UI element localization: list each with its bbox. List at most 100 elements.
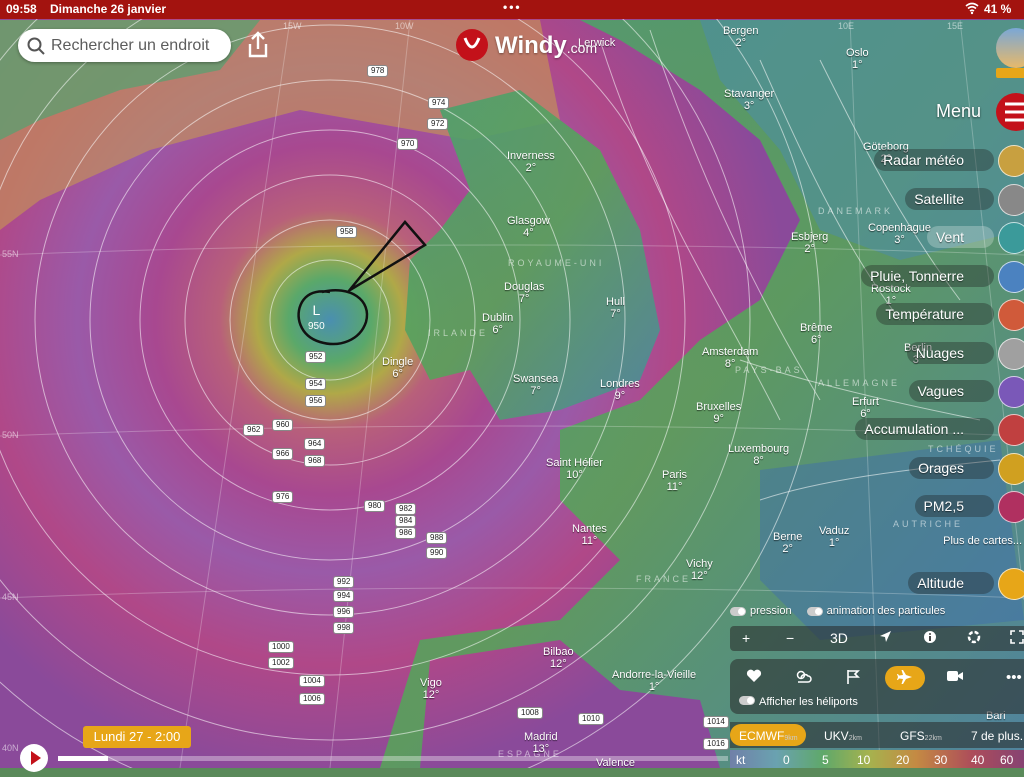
wind-icon [998,222,1024,254]
city-label[interactable]: Brême 6° [800,322,832,346]
multitask-dots-icon[interactable]: ••• [503,0,522,14]
isobar-label: 952 [305,351,327,363]
heliports-toggle[interactable]: Afficher les héliports [739,696,858,708]
menu-button[interactable] [996,93,1024,131]
logo-suffix: .com [566,40,598,56]
legend-value: 0 [783,753,790,767]
city-label[interactable]: Andorre-la-Vieille 1° [612,669,696,693]
city-label[interactable]: Vaduz 1° [819,525,849,549]
city-label[interactable]: Oslo 1° [846,47,869,71]
country-label: AUTRICHE [893,519,964,529]
city-label[interactable]: Bilbao 12° [543,646,574,670]
clouds-icon [998,338,1024,370]
legend-value: 40 [971,753,985,767]
battery-level: 41 % [984,2,1012,16]
city-label[interactable]: Saint Hélier 10° [546,457,603,481]
timeline-slider[interactable] [58,756,728,761]
city-label[interactable]: Erfurt 6° [852,396,879,420]
city-label[interactable]: Vichy 12° [686,558,713,582]
weather-map[interactable]: L 950 978 974 972 970 958 952 954 956 96… [0,0,1024,768]
premium-avatar[interactable] [996,28,1024,80]
model-ukv[interactable]: UKV2km [824,729,862,743]
model-more[interactable]: 7 de plus. [971,729,1023,743]
isobar-label: 998 [333,622,355,634]
weather-icon[interactable] [794,669,812,689]
wifi-icon [965,1,979,18]
wind-speed-legend: kt 0 5 10 20 30 40 60 [730,750,1024,768]
city-label[interactable]: Luxembourg 8° [728,443,789,467]
city-label[interactable]: Dublin 6° [482,312,513,336]
zoom-out-button[interactable]: − [786,630,794,646]
isobar-label: 984 [395,515,417,527]
pressure-toggle[interactable]: pression [730,605,792,617]
more-options-icon[interactable]: ••• [1006,669,1022,686]
country-label: TCHÉQUIE [928,444,999,454]
isobar-label: 994 [333,590,355,602]
flag-icon[interactable] [846,669,860,689]
particles-toggle[interactable]: animation des particules [806,605,945,617]
city-label[interactable]: Esbjerg 2° [791,231,828,255]
city-label[interactable]: Amsterdam 8° [702,346,758,370]
zoom-in-button[interactable]: + [742,630,750,646]
city-label[interactable]: Glasgow 4° [507,215,550,239]
country-label: ROYAUME-UNI [508,258,605,268]
isobar-label: 1010 [578,713,604,725]
search-bar[interactable]: Rechercher un endroit [18,29,231,62]
city-label[interactable]: Dingle 6° [382,356,413,380]
city-label[interactable]: Madrid 13° [524,731,558,755]
fullscreen-icon[interactable] [1010,630,1024,647]
city-label[interactable]: Inverness 2° [507,150,555,174]
city-label[interactable]: Hull 7° [606,296,625,320]
grid-label: 15W [283,21,302,31]
waves-icon [998,376,1024,408]
timeline-current-time[interactable]: Lundi 27 - 2:00 [83,726,191,748]
isobar-label: 992 [333,576,355,588]
menu-label[interactable]: Menu [936,101,981,122]
grid-label: 10E [838,21,855,31]
city-label[interactable]: Stavanger 3° [724,88,774,112]
city-label[interactable]: Swansea 7° [513,373,558,397]
grid-label: 55N [2,249,19,259]
settings-icon[interactable] [967,630,981,647]
airplane-icon [998,568,1024,600]
city-label[interactable]: Paris 11° [662,469,687,493]
search-placeholder: Rechercher un endroit [51,37,210,54]
thunderstorm-icon [998,453,1024,485]
city-label[interactable]: Londres 9° [600,378,640,402]
3d-button[interactable]: 3D [830,630,848,646]
isobar-label: 974 [428,97,450,109]
grid-label: 45N [2,592,19,602]
pm25-icon [998,491,1024,523]
isobar-label: 956 [305,395,327,407]
isobar-label: 972 [427,118,449,130]
isobar-label: 968 [304,455,326,467]
isobar-label: 966 [272,448,294,460]
grid-label: 50N [2,430,19,440]
city-label[interactable]: Berne 2° [773,531,802,555]
windy-logo[interactable]: Windy.com [455,28,597,67]
city-label[interactable]: Bruxelles 9° [696,401,741,425]
share-icon[interactable] [245,31,271,64]
city-label[interactable]: Nantes 11° [572,523,607,547]
search-icon [27,37,45,60]
webcam-icon[interactable] [947,669,963,686]
isobar-label: 996 [333,606,355,618]
country-label: IRLANDE [428,328,489,338]
status-time: 09:58 [6,2,37,16]
isobar-label: 970 [397,138,419,150]
accumulation-icon [998,414,1024,446]
model-ecmwf[interactable]: ECMWF9km [739,729,798,743]
locate-icon[interactable] [879,630,892,646]
country-label: ALLEMAGNE [818,378,901,388]
isobar-label: 1008 [517,707,543,719]
city-label[interactable]: Vigo 12° [420,677,442,701]
more-maps-link[interactable]: Plus de cartes... [943,535,1022,547]
model-gfs[interactable]: GFS22km [900,729,942,743]
favorites-heart-icon[interactable] [746,669,762,687]
city-label[interactable]: Bergen 2° [723,25,758,49]
info-icon[interactable] [923,630,937,647]
city-label[interactable]: Copenhague 3° [868,222,931,246]
model-selector: ECMWF9km UKV2km GFS22km 7 de plus. [730,722,1024,748]
isobar-label: 982 [395,503,417,515]
city-label[interactable]: Douglas 7° [504,281,544,305]
